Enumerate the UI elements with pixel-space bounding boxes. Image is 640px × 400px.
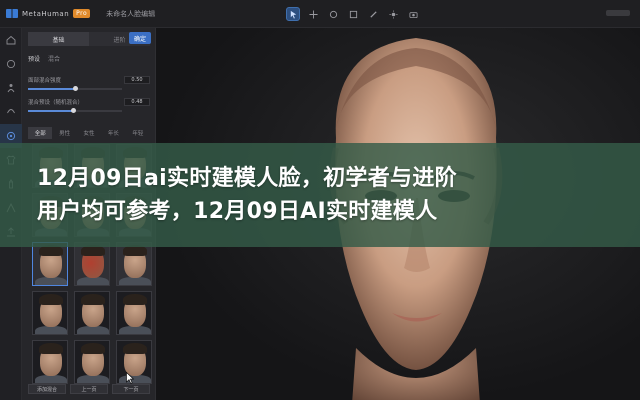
preset-face-thumbnail[interactable] <box>32 340 68 384</box>
camera-tool-button[interactable] <box>406 7 420 21</box>
tab-category-young[interactable]: 年轻 <box>126 127 150 139</box>
app-window: MetaHuman Pro 未命名人脸编辑 基础 进阶 确定 预设 混合 面部混… <box>0 0 640 400</box>
tab-preset[interactable]: 预设 <box>28 54 40 63</box>
file-name: 未命名人脸编辑 <box>106 9 156 18</box>
brush-icon <box>369 10 377 18</box>
slider-label: 面部混合强度 <box>28 78 62 84</box>
viewport-toolbar <box>286 7 420 21</box>
mouse-cursor-icon <box>126 372 134 384</box>
preset-face-thumbnail[interactable] <box>74 340 110 384</box>
app-name: MetaHuman <box>22 9 70 18</box>
camera-icon <box>408 11 418 18</box>
slider-fill <box>28 110 74 112</box>
window-controls[interactable] <box>606 10 630 16</box>
select-tool-button[interactable] <box>286 7 300 21</box>
rotate-icon <box>329 10 337 18</box>
slider-fill <box>28 88 75 90</box>
rail-item-hair[interactable] <box>0 100 22 124</box>
section-tabs: 预设 混合 <box>28 54 60 63</box>
tab-mix[interactable]: 混合 <box>48 54 60 63</box>
preset-face-thumbnail[interactable] <box>116 291 152 335</box>
preset-face-thumbnail[interactable] <box>74 291 110 335</box>
tab-category-old[interactable]: 年长 <box>101 127 125 139</box>
slider-value-input[interactable]: 0.48 <box>124 98 150 106</box>
headline-line-2: 用户均可参考，12月09日AI实时建模人 <box>37 199 438 224</box>
next-page-button[interactable]: 下一页 <box>112 384 150 394</box>
headline-line-1: 12月09日ai实时建模人脸，初学者与进阶 <box>37 166 457 191</box>
select-icon <box>290 10 296 18</box>
slider-thumb[interactable] <box>71 108 77 113</box>
headline-banner: 12月09日ai实时建模人脸，初学者与进阶 用户均可参考，12月09日AI实时建… <box>0 143 640 247</box>
move-icon <box>308 9 318 19</box>
app-logo: MetaHuman Pro <box>6 9 91 18</box>
scale-tool-button[interactable] <box>346 7 360 21</box>
body-icon <box>7 84 15 93</box>
slider-track[interactable] <box>28 108 122 113</box>
category-tabs: 全部 男性 女性 年长 年轻 <box>28 127 150 139</box>
pro-badge: Pro <box>73 9 91 18</box>
blend-strength-slider-row: 面部混合强度 0.50 <box>28 76 150 94</box>
tab-category-male[interactable]: 男性 <box>52 127 76 139</box>
rail-item-face[interactable] <box>0 52 22 76</box>
preset-face-thumbnail[interactable] <box>74 242 110 286</box>
tab-category-female[interactable]: 女性 <box>77 127 101 139</box>
move-tool-button[interactable] <box>306 7 320 21</box>
blend-preset-slider-row: 混合预设（随机混合） 0.48 <box>28 98 150 116</box>
brush-tool-button[interactable] <box>366 7 380 21</box>
slider-track[interactable] <box>28 86 122 91</box>
blend-icon <box>6 131 16 141</box>
preset-face-thumbnail[interactable] <box>32 291 68 335</box>
prev-page-button[interactable]: 上一页 <box>70 384 108 394</box>
rail-item-home[interactable] <box>0 28 22 52</box>
face-icon <box>6 59 16 69</box>
rail-item-body[interactable] <box>0 76 22 100</box>
preset-face-thumbnail[interactable] <box>116 340 152 384</box>
tab-category-all[interactable]: 全部 <box>28 127 53 139</box>
tab-basic[interactable]: 基础 <box>28 32 89 46</box>
confirm-button[interactable]: 确定 <box>129 32 151 44</box>
scale-icon <box>349 10 357 18</box>
preset-face-thumbnail[interactable] <box>116 242 152 286</box>
light-icon <box>388 9 398 19</box>
preset-face-thumbnail-selected[interactable] <box>32 242 68 286</box>
add-blend-button[interactable]: 添加混合 <box>28 384 66 394</box>
panel-bottom-buttons: 添加混合 上一页 下一页 <box>28 384 150 394</box>
home-icon <box>6 35 16 45</box>
slider-value-input[interactable]: 0.50 <box>124 76 150 84</box>
logo-icon <box>6 9 18 18</box>
rotate-tool-button[interactable] <box>326 7 340 21</box>
light-tool-button[interactable] <box>386 7 400 21</box>
slider-label: 混合预设（随机混合） <box>28 100 84 106</box>
title-bar: MetaHuman Pro 未命名人脸编辑 <box>0 0 640 28</box>
hair-icon <box>7 109 15 114</box>
slider-thumb[interactable] <box>73 86 78 91</box>
